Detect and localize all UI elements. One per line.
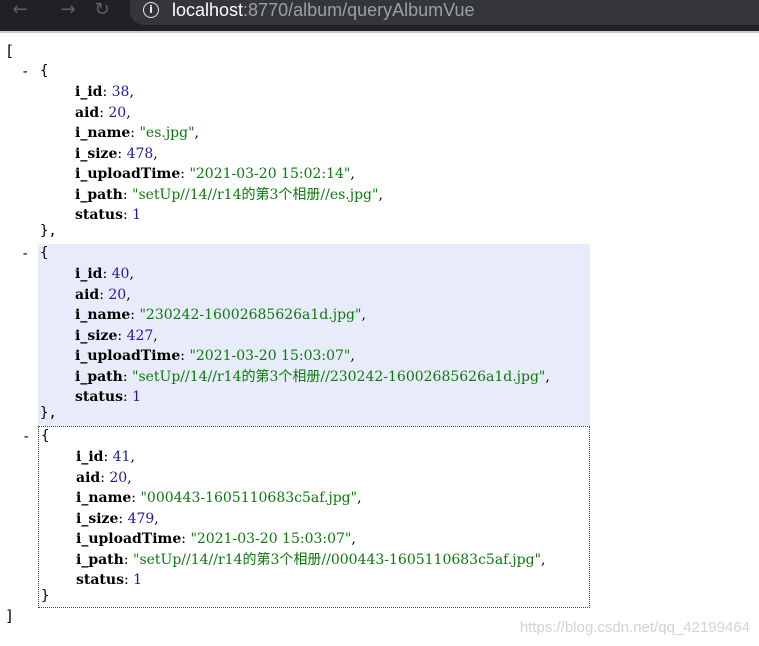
collapse-toggle[interactable]: - <box>22 429 32 445</box>
back-arrow-icon[interactable]: ← <box>8 0 32 24</box>
json-row: i_id: 41, <box>76 449 135 465</box>
json-row: i_name: "000443-1605110683c5af.jpg", <box>76 490 362 506</box>
json-row: i_uploadTime: "2021-03-20 15:03:07", <box>76 531 356 547</box>
json-row: i_id: 38, <box>75 84 134 100</box>
info-icon[interactable]: i <box>143 2 159 18</box>
json-row: status: 1 <box>76 572 143 588</box>
json-row: i_name: "es.jpg", <box>75 125 199 141</box>
json-row: aid: 20, <box>76 470 132 486</box>
json-row: status: 1 <box>75 207 142 223</box>
object-close-brace: } <box>41 588 50 604</box>
json-object-focused: - { i_id: 41, aid: 20, i_name: "000443-1… <box>22 426 590 608</box>
json-object: - { i_id: 38, aid: 20, i_name: "es.jpg",… <box>21 62 590 244</box>
array-close-bracket: ] <box>5 607 15 625</box>
json-row: i_id: 40, <box>75 266 134 282</box>
toolbar-divider <box>0 31 759 33</box>
collapse-toggle[interactable]: - <box>21 64 31 80</box>
json-row: i_size: 427, <box>75 328 158 344</box>
reload-icon[interactable]: ↻ <box>90 0 114 24</box>
json-row: i_size: 478, <box>75 146 158 162</box>
json-object-hovered: - { i_id: 40, aid: 20, i_name: "230242-1… <box>21 244 590 426</box>
json-row: i_size: 479, <box>76 511 159 527</box>
json-row: aid: 20, <box>75 105 131 121</box>
forward-arrow-icon[interactable]: → <box>56 0 80 24</box>
json-row: i_uploadTime: "2021-03-20 15:02:14", <box>75 166 355 182</box>
object-close-brace: }, <box>40 223 57 239</box>
json-row: i_uploadTime: "2021-03-20 15:03:07", <box>75 348 355 364</box>
array-open-bracket: [ <box>5 42 15 60</box>
url-text[interactable]: localhost:8770/album/queryAlbumVue <box>172 0 475 21</box>
object-open-brace: { <box>41 428 50 444</box>
watermark-text: https://blog.csdn.net/qq_42199464 <box>519 619 750 636</box>
object-open-brace: { <box>40 245 49 261</box>
json-row: i_path: "setUp//14//r14的第3个相册//230242-16… <box>75 369 550 385</box>
object-close-brace: }, <box>40 405 57 421</box>
json-row: status: 1 <box>75 389 142 405</box>
browser-toolbar: ← → ↻ i localhost:8770/album/queryAlbumV… <box>0 0 759 31</box>
json-row: i_name: "230242-16002685626a1d.jpg", <box>75 307 366 323</box>
url-host: localhost <box>172 0 244 20</box>
json-row: i_path: "setUp//14//r14的第3个相册//es.jpg", <box>75 187 383 203</box>
json-row: i_path: "setUp//14//r14的第3个相册//000443-16… <box>76 552 546 568</box>
object-open-brace: { <box>40 63 49 79</box>
collapse-toggle[interactable]: - <box>21 246 31 262</box>
json-row: aid: 20, <box>75 287 131 303</box>
url-path: :8770/album/queryAlbumVue <box>243 0 475 20</box>
